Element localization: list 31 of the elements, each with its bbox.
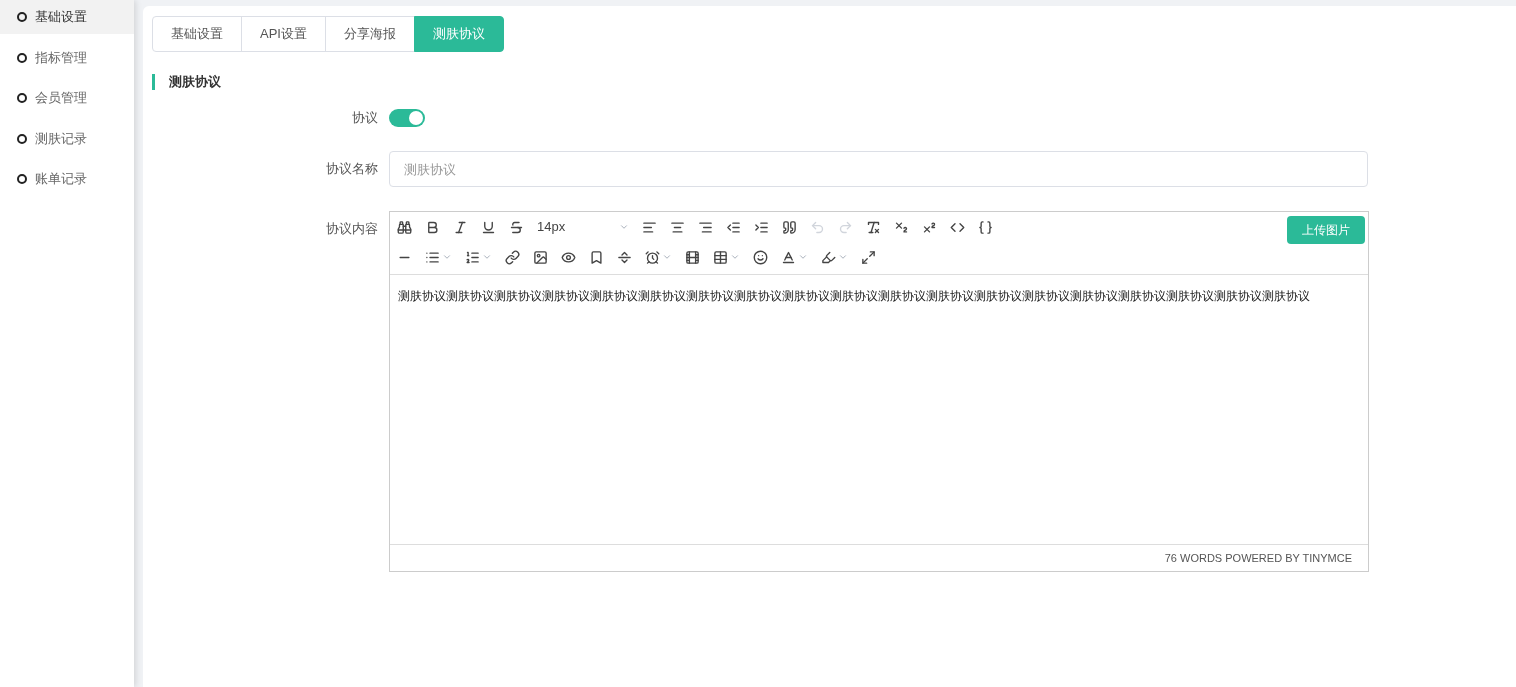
caret-icon — [442, 252, 452, 262]
editor-text: 测肤协议测肤协议测肤协议测肤协议测肤协议测肤协议测肤协议测肤协议测肤协议测肤协议测肤协议测肤协议测肤协议测肤协议测肤协议测肤协议测肤协议测肤协议测肤协议 — [398, 288, 1311, 305]
field-label: 协议 — [351, 109, 379, 128]
caret-icon — [798, 252, 808, 262]
caret-icon — [662, 252, 672, 262]
caret-icon — [730, 252, 740, 262]
alarm-clock-icon — [645, 249, 660, 265]
accent-bar — [152, 74, 155, 90]
toggle-switch[interactable] — [389, 109, 425, 127]
caret-icon — [619, 222, 629, 232]
tab[interactable]: 基础设置 — [152, 16, 242, 52]
text-color-icon — [781, 249, 796, 265]
bullet-list-icon — [425, 249, 440, 265]
table-icon — [713, 249, 728, 265]
font-size-dropdown[interactable]: 14px — [533, 215, 633, 239]
sidebar-item[interactable]: 指标管理 — [0, 40, 134, 75]
section-title: 测肤协议 — [169, 73, 221, 92]
sidebar-item[interactable]: 账单记录 — [0, 162, 134, 196]
field-label: 协议内容 — [325, 220, 379, 238]
numbered-list-icon — [465, 249, 480, 265]
input-field[interactable]: 测肤协议 — [389, 151, 1368, 187]
caret-icon — [838, 252, 848, 262]
sidebar-item[interactable]: 测肤记录 — [0, 121, 134, 156]
tab[interactable]: 分享海报 — [324, 16, 415, 52]
field-label: 协议名称 — [325, 160, 379, 179]
sidebar-item[interactable]: 基础设置 — [0, 0, 134, 34]
tab[interactable]: API设置 — [241, 16, 326, 52]
highlight-icon — [821, 249, 836, 265]
caret-icon — [482, 252, 492, 262]
sidebar-item[interactable]: 会员管理 — [0, 81, 134, 115]
status-text: 76 WORDS POWERED BY TINYMCE — [1164, 550, 1352, 566]
